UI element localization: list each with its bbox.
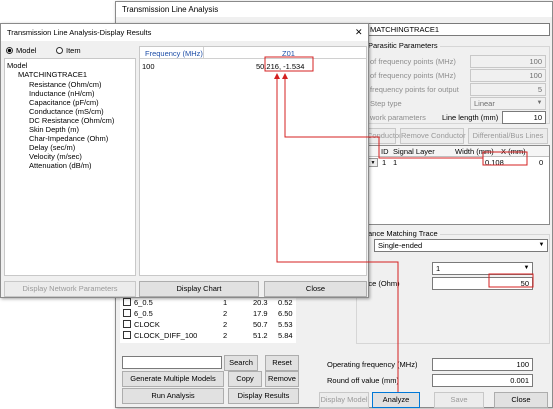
arrow-analyze-to-z01 bbox=[274, 73, 399, 392]
highlight-width-box bbox=[482, 151, 528, 166]
highlight-z01-box bbox=[264, 56, 314, 72]
annotation-overlay bbox=[264, 56, 534, 392]
arrow-to-impedance bbox=[398, 262, 489, 280]
highlight-impedance-box bbox=[488, 273, 534, 288]
arrow-width-to-z01 bbox=[282, 73, 483, 159]
